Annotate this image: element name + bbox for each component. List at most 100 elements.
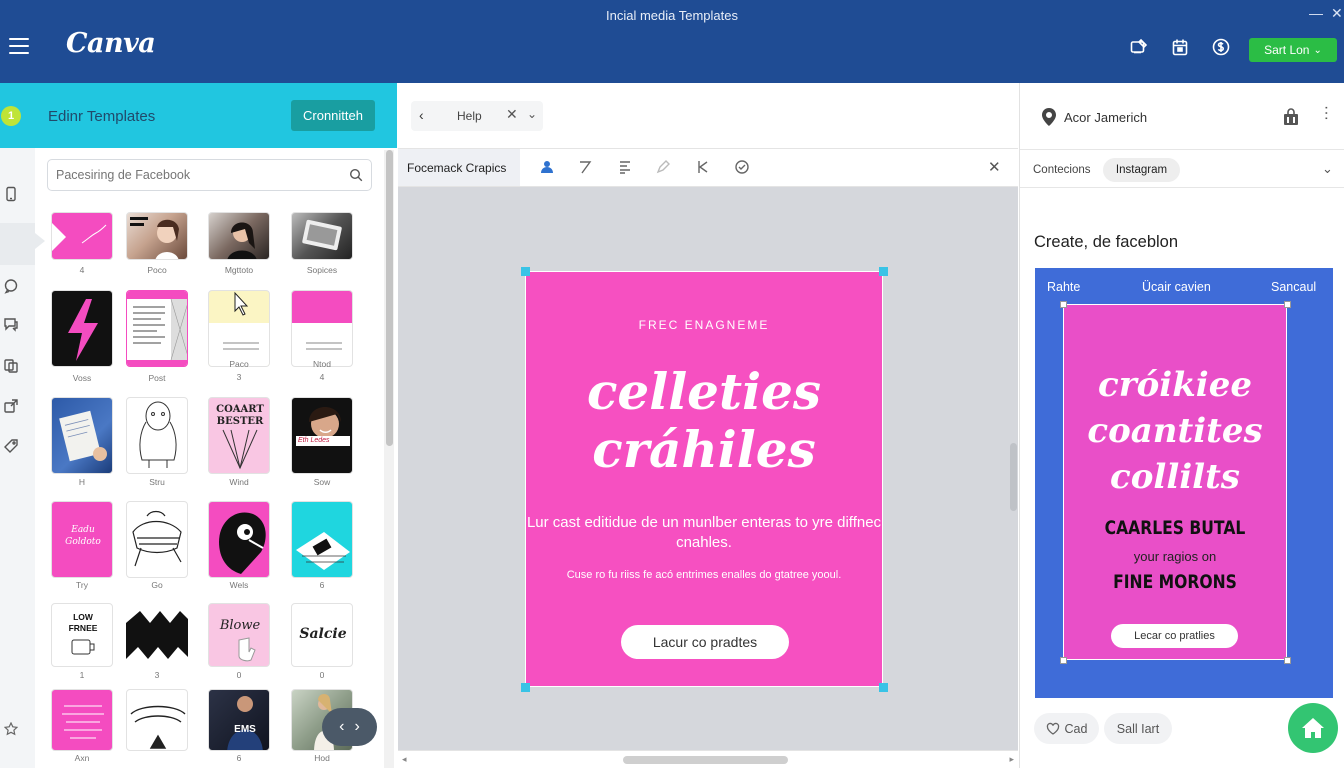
help-link[interactable]: Help [457,109,482,123]
template-tile[interactable]: Blowe [208,603,270,667]
minimize-button[interactable]: — [1309,5,1323,21]
preview-artboard[interactable]: cróikiee coantites collilts CAARLES BUTA… [1063,304,1287,660]
design-headline-2[interactable]: cráhiles [526,420,882,479]
close-icon[interactable]: ✕ [506,106,518,123]
search-input[interactable] [56,166,336,184]
template-caption: 6 [319,580,325,590]
template-tile[interactable] [51,290,113,367]
template-tile[interactable] [208,501,270,578]
horizontal-scrollbar[interactable]: ◂ ▸ [398,750,1018,768]
chat-bubble-icon[interactable] [3,316,19,332]
calendar-icon[interactable] [1171,38,1189,56]
design-cta-button[interactable]: Lacur co pradtes [621,625,789,659]
template-tile[interactable] [208,212,270,260]
align-icon[interactable] [617,159,633,175]
rail-pointer [35,233,45,249]
template-tile[interactable] [126,290,188,367]
share-icon[interactable] [3,398,19,414]
start-button[interactable]: Sart Lon ⌄ [1249,38,1337,62]
comment-icon[interactable] [3,278,19,294]
divider [1020,149,1344,150]
next-arrow-icon[interactable]: › [355,718,360,736]
template-tile[interactable] [291,212,353,260]
preview-handle[interactable] [1284,657,1291,664]
line-tool-icon[interactable] [577,159,593,175]
shop-icon[interactable] [1282,108,1300,126]
user-icon[interactable] [539,159,555,175]
template-tile[interactable] [208,290,270,367]
canvas-scrollbar[interactable] [1010,443,1017,511]
like-button[interactable]: Cad [1034,713,1099,744]
resize-handle[interactable] [521,267,530,276]
preview-tab-center[interactable]: Ücair cavien [1142,280,1211,294]
template-tile[interactable] [51,212,113,260]
template-tile[interactable] [126,501,188,578]
menu-icon[interactable] [9,38,29,54]
design-body[interactable]: Lur cast editidue de un munlber enteras … [526,513,882,553]
template-tile[interactable]: Eth Ledes [291,397,353,474]
template-tile[interactable] [126,212,188,260]
close-window-button[interactable]: ✕ [1331,5,1343,22]
template-tile[interactable] [51,397,113,474]
resize-handle[interactable] [879,683,888,692]
chevron-down-icon[interactable]: ⌄ [1322,161,1333,177]
back-icon[interactable]: ‹ [419,107,424,123]
canva-logo[interactable]: Canva [66,28,156,59]
copy-icon[interactable] [3,358,19,374]
design-subtext[interactable]: Cuse ro fu riiss fe acó entrimes enalles… [526,568,882,582]
template-tile[interactable]: EMS [208,689,270,751]
template-caption: Go [151,580,163,590]
design-artboard[interactable]: FREC ENAGNEME celleties cráhiles Lur cas… [525,271,883,687]
more-options-icon[interactable]: ··· [1318,105,1335,121]
template-tile[interactable] [291,290,353,367]
horizontal-scroll-thumb[interactable] [623,756,788,764]
preview-handle[interactable] [1284,301,1291,308]
template-caption: 4 [319,372,325,382]
location-label[interactable]: Acor Jamerich [1064,110,1147,125]
instagram-chip[interactable]: Instagram [1103,158,1180,182]
resize-handle[interactable] [521,683,530,692]
design-kicker[interactable]: FREC ENAGNEME [526,318,882,332]
preview-tab-left[interactable]: Rahte [1047,280,1080,294]
sell-start-button[interactable]: Sall Iart [1104,713,1172,744]
template-search[interactable] [47,159,372,191]
star-icon[interactable] [3,721,19,736]
preview-handle[interactable] [1060,301,1067,308]
check-circle-icon[interactable] [734,159,750,175]
monitor-edit-icon[interactable] [1130,38,1148,56]
template-pager[interactable]: ‹ › [322,708,377,746]
template-tile[interactable] [126,397,188,474]
scroll-left-icon[interactable]: ◂ [402,754,407,765]
template-tile[interactable]: Eadu Goldoto [51,501,113,578]
instagram-preview[interactable]: Rahte Ücair cavien Sancaul cróikiee coan… [1035,268,1333,698]
connections-label: Contecions [1033,164,1091,176]
template-scroll-thumb[interactable] [386,150,393,446]
template-caption: Post [148,373,166,383]
search-icon[interactable] [349,168,363,182]
preview-handle[interactable] [1060,657,1067,664]
chevron-down-icon[interactable]: ⌄ [527,107,537,121]
pen-icon[interactable] [655,159,671,175]
preview-cta-button[interactable]: Lecar co pratlies [1111,624,1238,648]
continue-button[interactable]: Cronnitteh [291,100,375,131]
crop-icon[interactable] [695,159,711,175]
template-tile[interactable] [126,603,188,667]
home-button[interactable] [1288,703,1338,753]
template-tile[interactable]: COAART BESTER [208,397,270,474]
template-tile[interactable] [126,689,188,751]
resize-handle[interactable] [879,267,888,276]
preview-tab-right[interactable]: Sancaul [1271,280,1316,294]
currency-icon[interactable] [1212,38,1230,56]
prev-arrow-icon[interactable]: ‹ [339,718,344,736]
design-headline-1[interactable]: celleties [526,362,882,421]
device-icon[interactable] [3,186,19,202]
template-tile[interactable]: Salcie [291,603,353,667]
template-tile[interactable]: LOW FRNEE [51,603,113,667]
close-toolbar-icon[interactable]: ✕ [988,158,1001,176]
template-tile[interactable] [291,501,353,578]
notification-badge[interactable]: 1 [1,106,21,126]
scroll-right-icon[interactable]: ▸ [1009,754,1014,765]
tag-icon[interactable] [3,438,19,454]
toolbar-title[interactable]: Focemack Crapics [398,149,520,186]
template-tile[interactable] [51,689,113,751]
